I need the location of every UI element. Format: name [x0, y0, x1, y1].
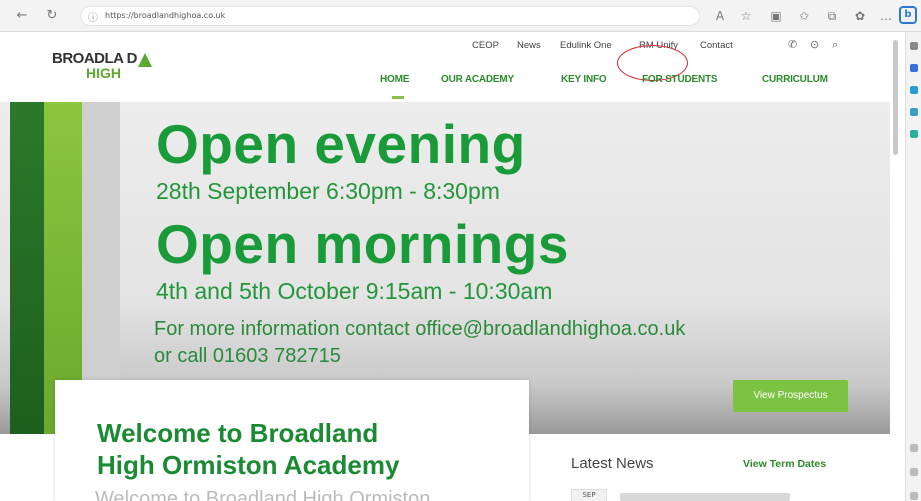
split-screen-icon[interactable]: ▣	[768, 8, 784, 24]
latest-news-heading: Latest News	[571, 455, 654, 472]
back-arrow-icon[interactable]: ←	[14, 8, 30, 24]
browser-toolbar: ← ↻ ⓘ https://broadlandhighoa.co.uk A ☆ …	[0, 0, 921, 32]
site-info-icon[interactable]: ⓘ	[88, 9, 98, 24]
page-scrollbar[interactable]	[893, 40, 898, 155]
address-url: https://broadlandhighoa.co.uk	[105, 11, 226, 20]
site-header: BROADLA D HIGH CEOP News Edulink One RM …	[0, 32, 890, 102]
welcome-card: Welcome to Broadland High Ormiston Acade…	[55, 380, 529, 501]
sidebar-settings-icon[interactable]	[910, 492, 918, 500]
school-logo[interactable]: BROADLA D HIGH	[52, 50, 152, 81]
news-date-badge: SEP	[571, 489, 607, 501]
address-bar[interactable]: ⓘ https://broadlandhighoa.co.uk	[80, 6, 700, 26]
sidebar-search-icon[interactable]	[910, 42, 918, 50]
hero-contact-email: For more information contact office@broa…	[154, 318, 686, 340]
hero-title-open-mornings: Open mornings	[156, 213, 569, 275]
sidebar-external-icon[interactable]	[910, 468, 918, 476]
sidebar-office-icon[interactable]	[910, 130, 918, 138]
favorite-star-icon[interactable]: ☆	[738, 8, 754, 24]
welcome-body-text: Welcome to Broadland High Ormiston...	[95, 488, 448, 501]
reload-icon[interactable]: ↻	[44, 8, 60, 24]
sidebar-layout-icon[interactable]	[910, 444, 918, 452]
collections-icon[interactable]: ⧉	[824, 8, 840, 24]
nav-active-indicator	[392, 96, 404, 99]
logo-text-high: HIGH	[86, 65, 121, 81]
util-link-news[interactable]: News	[517, 40, 541, 51]
browser-sidebar	[905, 32, 921, 501]
util-link-ceop[interactable]: CEOP	[472, 40, 499, 51]
nav-key-info[interactable]: KEY INFO	[561, 74, 607, 85]
nav-home[interactable]: HOME	[380, 74, 409, 85]
location-icon[interactable]: ⊙	[810, 38, 819, 51]
welcome-title-line1: Welcome to Broadland	[97, 418, 379, 448]
hero-subtitle-mornings: 4th and 5th October 9:15am - 10:30am	[156, 278, 553, 304]
hero-contact-phone: or call 01603 782715	[154, 345, 341, 367]
sidebar-games-icon[interactable]	[910, 108, 918, 116]
hero-stripe-dark	[10, 102, 44, 434]
nav-for-students[interactable]: FOR STUDENTS	[642, 74, 718, 85]
extensions-icon[interactable]: ✿	[852, 8, 868, 24]
sidebar-shopping-icon[interactable]	[910, 86, 918, 94]
util-link-contact[interactable]: Contact	[700, 40, 733, 51]
search-icon[interactable]: ⌕	[832, 38, 838, 52]
view-prospectus-button[interactable]: View Prospectus	[733, 380, 848, 412]
news-item-preview[interactable]	[620, 493, 790, 501]
view-term-dates-link[interactable]: View Term Dates	[743, 458, 826, 470]
sidebar-tools-icon[interactable]	[910, 64, 918, 72]
nav-our-academy[interactable]: OUR ACADEMY	[441, 74, 514, 85]
nav-curriculum[interactable]: CURRICULUM	[762, 74, 828, 85]
hero-subtitle-evening: 28th September 6:30pm - 8:30pm	[156, 178, 500, 204]
welcome-title-line2: High Ormiston Academy	[97, 450, 400, 480]
phone-icon[interactable]: ✆	[788, 38, 797, 51]
favorites-icon[interactable]: ✩	[796, 8, 812, 24]
more-icon[interactable]: …	[878, 8, 894, 24]
read-aloud-icon[interactable]: A	[712, 8, 728, 24]
util-link-edulink[interactable]: Edulink One	[560, 40, 612, 51]
edge-copilot-icon[interactable]: b	[899, 6, 917, 24]
hero-title-open-evening: Open evening	[156, 113, 526, 175]
logo-leaf-icon	[138, 53, 152, 67]
